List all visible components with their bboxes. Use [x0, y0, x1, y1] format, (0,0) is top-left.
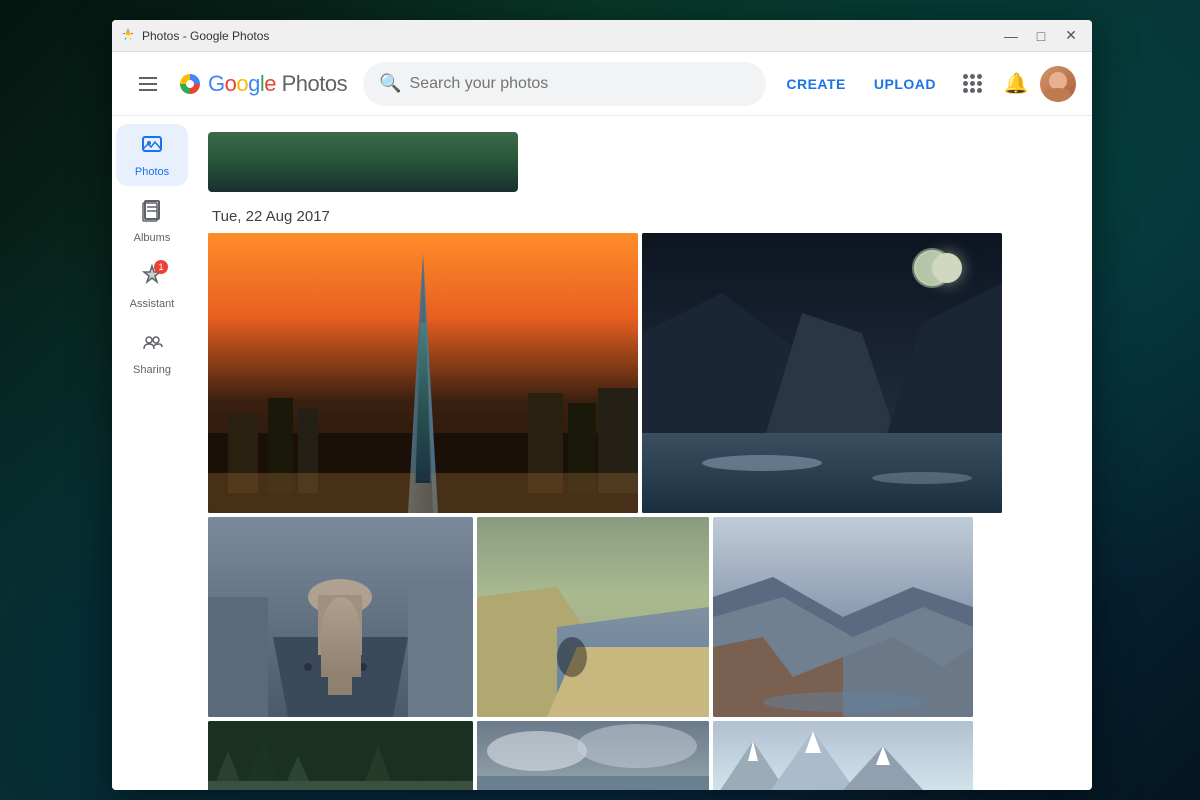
photo-snowy-peaks[interactable] — [713, 721, 973, 790]
create-button[interactable]: CREATE — [774, 68, 858, 100]
apps-grid-icon — [963, 74, 982, 93]
sidebar-item-assistant[interactable]: 1 Assistant — [116, 256, 188, 318]
photo-cloudy-seascape[interactable] — [477, 721, 709, 790]
photos-icon — [140, 132, 164, 162]
blue-mountains-image — [713, 517, 973, 717]
photo-london-shard[interactable] — [208, 233, 638, 513]
photo-lake-mountains[interactable] — [642, 233, 1002, 513]
hamburger-icon — [139, 77, 157, 91]
london-shard-image — [208, 233, 638, 513]
search-icon: 🔍 — [379, 73, 401, 94]
account-button[interactable] — [1040, 66, 1076, 102]
photo-st-pauls[interactable] — [208, 517, 473, 717]
coastal-cliffs-image — [477, 517, 709, 717]
clouds-image — [477, 721, 709, 790]
upload-button[interactable]: UPLOAD — [862, 68, 948, 100]
sidebar-item-albums[interactable]: Albums — [116, 190, 188, 252]
top-strip-photo[interactable] — [208, 132, 518, 192]
maximize-button[interactable]: □ — [1028, 26, 1054, 46]
snowy-peaks-image — [713, 721, 973, 790]
photo-blue-mountains[interactable] — [713, 517, 973, 717]
search-input[interactable] — [410, 75, 751, 93]
photo-row-1 — [208, 233, 1076, 513]
notifications-button[interactable]: 🔔 — [996, 64, 1036, 104]
photo-row-3 — [208, 721, 1076, 790]
top-strip-image — [208, 132, 518, 192]
photo-row-2 — [208, 517, 1076, 717]
sidebar-albums-label: Albums — [134, 232, 171, 244]
close-button[interactable]: ✕ — [1058, 26, 1084, 46]
title-bar: Photos - Google Photos — □ ✕ — [112, 20, 1092, 52]
window-title: Photos - Google Photos — [142, 29, 269, 43]
main-layout: Photos Albums — [112, 116, 1092, 790]
sharing-icon — [140, 330, 164, 360]
app-header: Google Photos 🔍 CREATE UPLOAD 🔔 — [112, 52, 1092, 116]
albums-icon — [140, 198, 164, 228]
sidebar-item-sharing[interactable]: Sharing — [116, 322, 188, 384]
assistant-icon: 1 — [140, 264, 164, 294]
sidebar-photos-label: Photos — [135, 166, 169, 178]
menu-button[interactable] — [128, 64, 168, 104]
content-area: Tue, 22 Aug 2017 — [192, 116, 1092, 790]
st-pauls-image — [208, 517, 473, 717]
lake-mountains-image — [642, 233, 1002, 513]
title-bar-left: Photos - Google Photos — [120, 28, 269, 44]
logo: Google Photos — [176, 70, 347, 98]
search-bar[interactable]: 🔍 — [363, 62, 766, 106]
app-icon — [120, 28, 136, 44]
sidebar-assistant-label: Assistant — [130, 298, 175, 310]
logo-text: Google Photos — [208, 71, 347, 97]
avatar-image — [1040, 66, 1076, 102]
sidebar: Photos Albums — [112, 116, 192, 790]
photos-logo-icon — [176, 70, 204, 98]
photo-coastal-cliffs[interactable] — [477, 517, 709, 717]
sidebar-item-photos[interactable]: Photos — [116, 124, 188, 186]
forest-mountains-image — [208, 721, 473, 790]
date-header: Tue, 22 Aug 2017 — [208, 208, 1076, 225]
app-window: Photos - Google Photos — □ ✕ Google P — [112, 20, 1092, 790]
badge-count: 1 — [154, 260, 168, 274]
apps-button[interactable] — [952, 64, 992, 104]
minimize-button[interactable]: — — [998, 26, 1024, 46]
photo-forest-mountains[interactable] — [208, 721, 473, 790]
bell-icon: 🔔 — [1004, 71, 1029, 96]
title-bar-controls: — □ ✕ — [998, 26, 1084, 46]
header-actions: CREATE UPLOAD 🔔 — [774, 64, 1076, 104]
sidebar-sharing-label: Sharing — [133, 364, 171, 376]
